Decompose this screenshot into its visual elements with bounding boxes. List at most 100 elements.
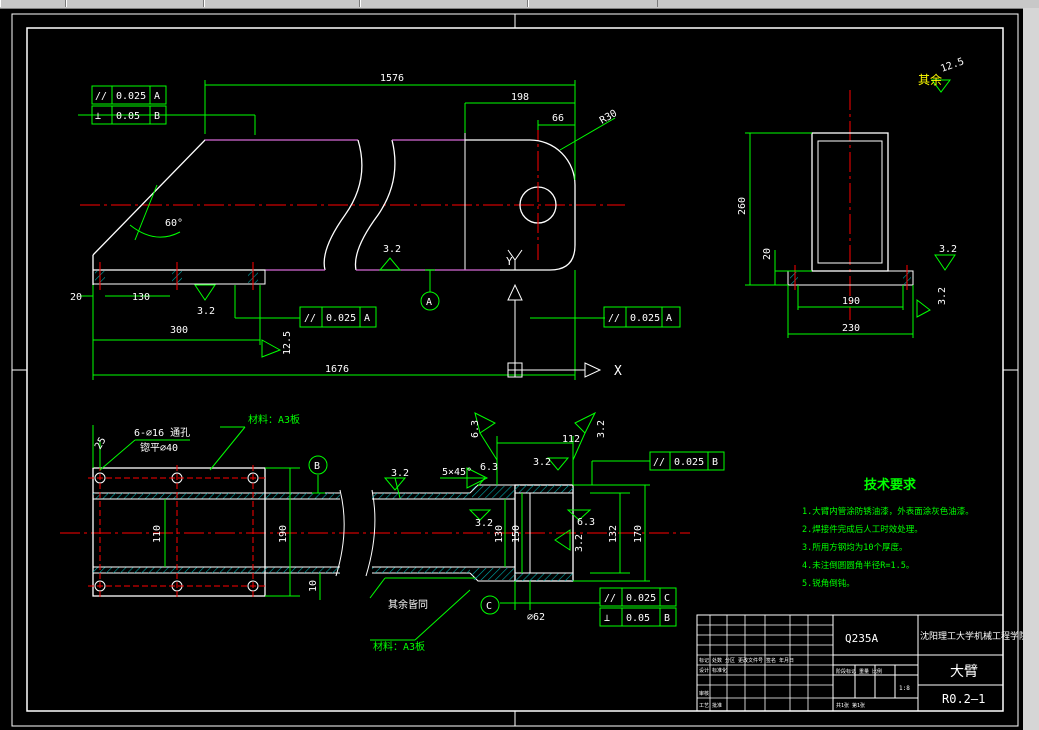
- front-dimensions: [78, 80, 616, 380]
- sec-dim-130: 130: [494, 525, 505, 543]
- counterbore-note: 锪平⌀40: [140, 441, 178, 454]
- sec-rough-4: 3.2: [596, 420, 607, 438]
- side-rough-2: 3.2: [937, 287, 948, 305]
- gdt-sec-c: // 0.025 C: [599, 587, 677, 607]
- vertical-scrollbar[interactable]: [1023, 8, 1039, 730]
- gdt-value: 0.025: [626, 593, 656, 604]
- datum-a-label: A: [426, 297, 432, 308]
- tech-item-4: 4.未注倒圆圆角半径R=1.5。: [802, 560, 914, 571]
- tech-title: 技术要求: [864, 477, 917, 493]
- gdt-bot-a1: // 0.025 A: [299, 306, 377, 328]
- dim-198: 198: [511, 92, 529, 103]
- tech-item-3: 3.所用方钢均为10个厚度。: [802, 542, 907, 553]
- dim-top-1576: 1576: [380, 73, 404, 84]
- title-block-text: Q235A 沈阳理工大学机械工程学院 大臂 R0.2—1 1:8 标记 处数 分…: [699, 630, 1023, 709]
- tb-code: R0.2—1: [942, 692, 985, 706]
- tab-1[interactable]: [0, 0, 66, 7]
- tech-item-1: 1.大臂内管涂防锈油漆，外表面涂灰色油漆。: [802, 506, 974, 517]
- rough-front-3: 12.5: [282, 331, 293, 355]
- tb-sheets: 共1张 第1张: [836, 702, 865, 709]
- gdt-ref: A: [154, 91, 160, 102]
- dim-angle: 60°: [165, 218, 183, 229]
- axis-x: X: [614, 364, 622, 379]
- side-dim-190: 190: [842, 296, 860, 307]
- tab-4[interactable]: [360, 0, 528, 7]
- sec-rough-3: 3.2: [533, 457, 551, 468]
- gdt-symbol: ⊥: [95, 111, 101, 122]
- sec-rough-7: 3.2: [574, 534, 585, 552]
- plan-dim-110: 110: [152, 525, 163, 543]
- tb-tech: 工艺 批准: [699, 702, 722, 709]
- gdt-ref: A: [666, 313, 672, 324]
- plan-rough-1: 3.2: [391, 468, 409, 479]
- holes-note: 6-⌀16 通孔: [134, 427, 190, 439]
- sec-rough-1: 6.3: [480, 462, 498, 473]
- technical-requirements: 技术要求 1.大臂内管涂防锈油漆，外表面涂灰色油漆。 2.焊接件完成后人工时效处…: [802, 477, 974, 589]
- sec-rough-2: 6.3: [470, 420, 481, 438]
- datum-c-label: C: [486, 601, 492, 612]
- datum-b-label: B: [314, 461, 320, 472]
- gdt-ref: B: [664, 613, 670, 624]
- front-dim-text: 1576 198 66 R30 20 130 300 1676 60° 3.2 …: [70, 73, 622, 379]
- material-note-1: 材料：A3板: [248, 413, 300, 426]
- gdt-value: 0.05: [626, 613, 650, 624]
- tb-stage: 阶段标记 重量 比例: [836, 668, 882, 675]
- sec-dim-150: 150: [511, 525, 522, 543]
- dim-bottom-1576: 1676: [325, 364, 349, 375]
- plan-dim-25: 25: [93, 436, 109, 452]
- material-note-2: 材料：A3板: [373, 640, 425, 653]
- side-dim-230: 230: [842, 323, 860, 334]
- gdt-top-a: // 0.025 A: [91, 85, 167, 105]
- gdt-symbol: //: [608, 313, 620, 324]
- plan-dim-190: 190: [278, 525, 289, 543]
- datum-a: A: [420, 291, 440, 311]
- tab-5[interactable]: [528, 0, 658, 7]
- gdt-sec-b: // 0.025 B: [649, 451, 725, 471]
- gdt-value: 0.05: [116, 111, 140, 122]
- rough-front-1: 3.2: [383, 244, 401, 255]
- side-view: [787, 90, 914, 320]
- tb-scale: 1:8: [899, 685, 910, 692]
- plan-chamfer: 5×45°: [442, 467, 472, 478]
- tab-2[interactable]: [66, 0, 204, 7]
- gdt-value: 0.025: [116, 91, 146, 102]
- dim-r30: R30: [598, 108, 619, 127]
- sec-dim-112: 112: [562, 434, 580, 445]
- tech-item-5: 5.锐角倒钝。: [802, 578, 855, 589]
- dim-130: 130: [132, 292, 150, 303]
- tb-part: 大臂: [950, 664, 978, 680]
- front-gdt: // 0.025 A ⊥ 0.05 B // 0.025 A // 0.025 …: [91, 85, 681, 328]
- side-dim-260: 260: [737, 197, 748, 215]
- gdt-value: 0.025: [630, 313, 660, 324]
- gdt-symbol: //: [304, 313, 316, 324]
- tb-design: 设计 标准化: [699, 667, 727, 674]
- plan-dim-10: 10: [308, 580, 319, 592]
- sec-dim-62: ⌀62: [527, 612, 545, 623]
- dim-300: 300: [170, 325, 188, 336]
- gdt-symbol: //: [653, 457, 665, 468]
- front-axes: [507, 249, 602, 378]
- rest-same-note: 其余皆同: [388, 598, 428, 611]
- side-dim-20: 20: [762, 248, 773, 260]
- sec-rough-6: 6.3: [577, 517, 595, 528]
- side-dim-text: 260 20 190 230 3.2 3.2 其余 12.5: [737, 56, 966, 334]
- plan-holes: [88, 465, 265, 600]
- tb-revisions: 标记 处数 分区 更改文件号 签名 年月日: [699, 657, 794, 664]
- gdt-value: 0.025: [674, 457, 704, 468]
- rest-roughness-label: 其余: [918, 72, 942, 87]
- rough-front-2: 3.2: [197, 306, 215, 317]
- gdt-symbol: //: [604, 593, 616, 604]
- dim-66: 66: [552, 113, 564, 124]
- cad-drawing-canvas[interactable]: 1576 198 66 R30 20 130 300 1676 60° 3.2 …: [0, 8, 1023, 730]
- gdt-value: 0.025: [326, 313, 356, 324]
- axis-y: Y: [506, 255, 513, 268]
- gdt-bot-a2: // 0.025 A: [603, 306, 681, 328]
- gdt-ref: B: [154, 111, 160, 122]
- rest-roughness-value: 12.5: [939, 56, 965, 75]
- tab-3[interactable]: [204, 0, 360, 7]
- gdt-sec-cb: ⊥ 0.05 B: [599, 607, 677, 627]
- gdt-ref: C: [664, 593, 670, 604]
- tb-material: Q235A: [845, 632, 878, 645]
- side-rough-1: 3.2: [939, 244, 957, 255]
- gdt-symbol: //: [95, 91, 107, 102]
